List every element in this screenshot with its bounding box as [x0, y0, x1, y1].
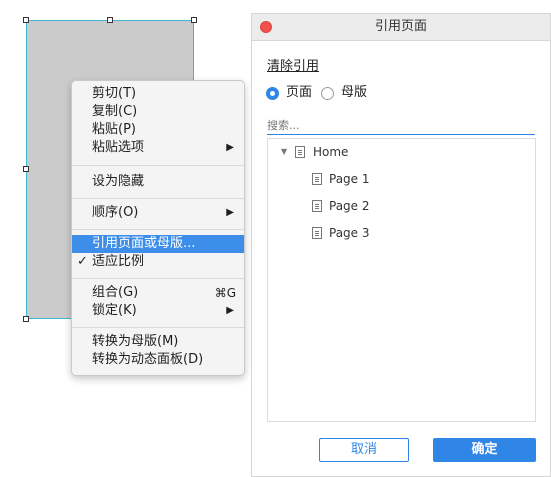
menu-item-paste[interactable]: 粘贴(P)	[72, 121, 244, 139]
resize-handle-top-right[interactable]	[191, 17, 197, 23]
menu-item-label: 粘贴选项	[92, 140, 145, 155]
menu-item-convert-to-dynamic-panel[interactable]: 转换为动态面板(D)	[72, 351, 244, 369]
resize-handle-top[interactable]	[107, 17, 113, 23]
reference-page-dialog: 引用页面 清除引用 页面 母版 ▼ Home Page 1 Page 2 Pag…	[251, 13, 551, 477]
menu-item-copy[interactable]: 复制(C)	[72, 103, 244, 121]
menu-separator	[72, 278, 244, 279]
page-icon	[312, 227, 322, 239]
context-menu: 剪切(T) 复制(C) 粘贴(P) 粘贴选项 ▶ 设为隐藏 顺序(O) ▶ 引用…	[71, 80, 245, 376]
resize-handle-top-left[interactable]	[23, 17, 29, 23]
tree-node-label: Page 1	[329, 172, 370, 186]
menu-item-label: 引用页面或母版...	[92, 236, 196, 251]
menu-item-lock[interactable]: 锁定(K) ▶	[72, 302, 244, 320]
checkmark-icon: ✓	[77, 254, 88, 269]
tree-node-label: Page 2	[329, 199, 370, 213]
menu-item-label: 复制(C)	[92, 104, 138, 119]
menu-item-label: 转换为母版(M)	[92, 334, 179, 349]
menu-item-order[interactable]: 顺序(O) ▶	[72, 204, 244, 222]
menu-item-paste-options[interactable]: 粘贴选项 ▶	[72, 139, 244, 157]
expand-triangle-icon[interactable]: ▼	[281, 143, 287, 161]
clear-reference-link[interactable]: 清除引用	[267, 55, 319, 74]
menu-item-reference-page-or-master[interactable]: 引用页面或母版...	[72, 235, 244, 253]
menu-item-label: 设为隐藏	[92, 174, 145, 189]
submenu-arrow-icon: ▶	[226, 305, 234, 316]
menu-item-label: 锁定(K)	[92, 303, 137, 318]
resize-handle-bottom-left[interactable]	[23, 316, 29, 322]
search-input[interactable]	[267, 117, 535, 135]
menu-separator	[72, 327, 244, 328]
resize-handle-left[interactable]	[23, 166, 29, 172]
menu-item-group[interactable]: 组合(G) ⌘G	[72, 284, 244, 302]
ok-button[interactable]: 确定	[433, 438, 536, 462]
tree-node-label: Home	[313, 145, 349, 159]
menu-item-label: 转换为动态面板(D)	[92, 352, 204, 367]
menu-separator	[72, 229, 244, 230]
radio-page[interactable]	[266, 87, 279, 100]
menu-separator	[72, 198, 244, 199]
menu-item-label: 顺序(O)	[92, 205, 139, 220]
menu-item-convert-to-master[interactable]: 转换为母版(M)	[72, 333, 244, 351]
page-icon	[295, 146, 305, 158]
page-icon	[312, 173, 322, 185]
menu-item-fit-ratio[interactable]: ✓ 适应比例	[72, 253, 244, 271]
menu-separator	[72, 165, 244, 166]
dialog-title: 引用页面	[374, 19, 427, 34]
submenu-arrow-icon: ▶	[226, 207, 234, 218]
radio-master-label[interactable]: 母版	[341, 84, 367, 102]
shortcut-label: ⌘G	[214, 286, 236, 300]
menu-item-label: 组合(G)	[92, 285, 139, 300]
submenu-arrow-icon: ▶	[226, 142, 234, 153]
menu-item-label: 粘贴(P)	[92, 122, 136, 137]
cancel-button[interactable]: 取消	[319, 438, 409, 462]
menu-item-label: 适应比例	[92, 254, 145, 269]
menu-item-hide[interactable]: 设为隐藏	[72, 173, 244, 191]
page-icon	[312, 200, 322, 212]
tree-node-label: Page 3	[329, 226, 370, 240]
menu-item-label: 剪切(T)	[92, 86, 137, 101]
radio-master[interactable]	[321, 87, 334, 100]
page-tree: ▼ Home Page 1 Page 2 Page 3	[267, 138, 536, 422]
dialog-titlebar: 引用页面	[252, 14, 550, 41]
menu-item-cut[interactable]: 剪切(T)	[72, 85, 244, 103]
radio-page-label[interactable]: 页面	[286, 84, 312, 102]
